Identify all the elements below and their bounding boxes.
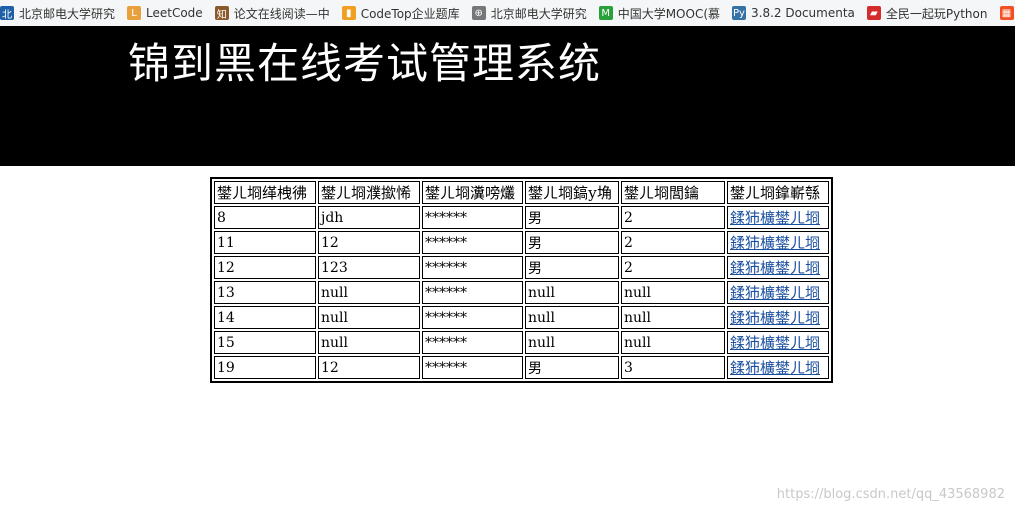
cell-grade: null [621, 306, 725, 329]
table-row: 15 null ****** null null 鍒犻櫎鐢ㄦ埛 [214, 331, 829, 354]
cell-password: ****** [422, 331, 523, 354]
cell-action: 鍒犻櫎鐢ㄦ埛 [727, 231, 829, 254]
cell-action: 鍒犻櫎鐢ㄦ埛 [727, 331, 829, 354]
cell-name: 12 [318, 356, 420, 379]
cell-gender: null [525, 331, 619, 354]
cell-password: ****** [422, 281, 523, 304]
cell-gender: 男 [525, 256, 619, 279]
table-row: 8 jdh ****** 男 2 鍒犻櫎鐢ㄦ埛 [214, 206, 829, 229]
cell-gender: 男 [525, 231, 619, 254]
bookmark-item[interactable]: 知论文在线阅读—中 [214, 5, 330, 22]
bookmark-item[interactable]: ▦R [999, 6, 1015, 20]
python-icon: Py [732, 6, 747, 20]
bookmark-label: 北京邮电大学研究 [490, 6, 587, 21]
cell-password: ****** [422, 306, 523, 329]
cell-id: 8 [214, 206, 316, 229]
cell-action: 鍒犻櫎鐢ㄦ埛 [727, 206, 829, 229]
page-header: 锦到黑在线考试管理系统 [0, 26, 1015, 166]
bookmark-item[interactable]: 北北京邮电大学研究 [0, 5, 115, 22]
delete-user-link[interactable]: 鍒犻櫎鐢ㄦ埛 [730, 259, 820, 277]
bookmark-label: 全民一起玩Python [885, 6, 988, 21]
cell-grade: 3 [621, 356, 725, 379]
bar-chart-icon: ▮ [341, 6, 356, 20]
column-header-gender: 鐢ㄦ埛鎬у埆 [525, 181, 619, 204]
table-row: 12 123 ****** 男 2 鍒犻櫎鐢ㄦ埛 [214, 256, 829, 279]
cell-id: 11 [214, 231, 316, 254]
cell-password: ****** [422, 206, 523, 229]
cell-grade: 2 [621, 256, 725, 279]
column-header-action: 鐢ㄦ埛鎿嶄綔 [727, 181, 829, 204]
globe-icon: ⊕ [471, 6, 486, 20]
delete-user-link[interactable]: 鍒犻櫎鐢ㄦ埛 [730, 309, 820, 327]
delete-user-link[interactable]: 鍒犻櫎鐢ㄦ埛 [730, 284, 820, 302]
cell-name: 123 [318, 256, 420, 279]
table-body: 8 jdh ****** 男 2 鍒犻櫎鐢ㄦ埛 11 12 ****** 男 2 鍒犻櫎鐢ㄦ埛 12 12… [214, 206, 829, 379]
bookmark-label: 中国大学MOOC(慕 [617, 6, 721, 21]
bookmarks-bar: 北北京邮电大学研究 L LeetCode 知论文在线阅读—中 ▮ CodeTop企业题库 ⊕… [0, 0, 1015, 27]
cell-id: 19 [214, 356, 316, 379]
cell-name: null [318, 306, 420, 329]
delete-user-link[interactable]: 鍒犻櫎鐢ㄦ埛 [730, 209, 820, 227]
user-table: 鐢ㄦ埛缂栧彿 鐢ㄦ埛濮撳悕 鐢ㄦ埛瀵嗙爜 鐢ㄦ埛鎬у埆 鐢ㄦ埛閭鑰 鐢ㄦ埛鎿嶄綔… [210, 177, 833, 383]
cell-id: 14 [214, 306, 316, 329]
bookmark-item[interactable]: M 中国大学MOOC(慕 [598, 5, 721, 22]
bookmark-label: LeetCode [146, 6, 203, 20]
cell-gender: null [525, 306, 619, 329]
cell-grade: 2 [621, 231, 725, 254]
cell-id: 12 [214, 256, 316, 279]
page-title: 锦到黑在线考试管理系统 [128, 39, 602, 88]
bookmark-item[interactable]: ⊕ 北京邮电大学研究 [471, 5, 587, 22]
column-header-id: 鐢ㄦ埛缂栧彿 [214, 181, 316, 204]
table-header-row: 鐢ㄦ埛缂栧彿 鐢ㄦ埛濮撳悕 鐢ㄦ埛瀵嗙爜 鐢ㄦ埛鎬у埆 鐢ㄦ埛閭鑰 鐢ㄦ埛鎿嶄綔 [214, 181, 829, 204]
cell-gender: null [525, 281, 619, 304]
cell-id: 15 [214, 331, 316, 354]
cell-password: ****** [422, 256, 523, 279]
cell-grade: 2 [621, 206, 725, 229]
bookmark-item[interactable]: ▮ CodeTop企业题库 [341, 5, 460, 22]
bookmark-label: 3.8.2 Documenta [751, 6, 855, 20]
bookmark-icon: ▰ [866, 6, 881, 20]
cell-id: 13 [214, 281, 316, 304]
mooc-icon: M [598, 6, 613, 20]
cell-name: jdh [318, 206, 420, 229]
bookmark-item[interactable]: L LeetCode [127, 6, 203, 20]
cell-password: ****** [422, 356, 523, 379]
leetcode-icon: L [127, 6, 142, 20]
watermark: https://blog.csdn.net/qq_43568982 [776, 487, 1005, 502]
cell-grade: null [621, 281, 725, 304]
column-header-name: 鐢ㄦ埛濮撳悕 [318, 181, 420, 204]
university-icon: 北 [0, 6, 14, 21]
cell-action: 鍒犻櫎鐢ㄦ埛 [727, 306, 829, 329]
delete-user-link[interactable]: 鍒犻櫎鐢ㄦ埛 [730, 234, 820, 252]
table-row: 19 12 ****** 男 3 鍒犻櫎鐢ㄦ埛 [214, 356, 829, 379]
table-row: 13 null ****** null null 鍒犻櫎鐢ㄦ埛 [214, 281, 829, 304]
delete-user-link[interactable]: 鍒犻櫎鐢ㄦ埛 [730, 359, 820, 377]
bookmark-label: CodeTop企业题库 [360, 6, 460, 21]
column-header-password: 鐢ㄦ埛瀵嗙爜 [422, 181, 523, 204]
cell-password: ****** [422, 231, 523, 254]
cell-name: null [318, 331, 420, 354]
bookmark-label: 论文在线阅读—中 [233, 6, 330, 21]
cell-name: 12 [318, 231, 420, 254]
cell-grade: null [621, 331, 725, 354]
column-header-grade: 鐢ㄦ埛閭鑰 [621, 181, 725, 204]
table-row: 14 null ****** null null 鍒犻櫎鐢ㄦ埛 [214, 306, 829, 329]
table-row: 11 12 ****** 男 2 鍒犻櫎鐢ㄦ埛 [214, 231, 829, 254]
cell-action: 鍒犻櫎鐢ㄦ埛 [727, 356, 829, 379]
bookmark-item[interactable]: ▰ 全民一起玩Python [866, 5, 988, 22]
cell-gender: 男 [525, 356, 619, 379]
bookmark-item[interactable]: Py 3.8.2 Documenta [732, 6, 855, 20]
windows-icon: ▦ [999, 6, 1014, 20]
cell-gender: 男 [525, 206, 619, 229]
cell-name: null [318, 281, 420, 304]
paper-icon: 知 [214, 6, 229, 21]
cell-action: 鍒犻櫎鐢ㄦ埛 [727, 281, 829, 304]
user-table-container: 鐢ㄦ埛缂栧彿 鐢ㄦ埛濮撳悕 鐢ㄦ埛瀵嗙爜 鐢ㄦ埛鎬у埆 鐢ㄦ埛閭鑰 鐢ㄦ埛鎿嶄綔… [210, 177, 833, 383]
bookmark-label: 北京邮电大学研究 [19, 6, 116, 21]
cell-action: 鍒犻櫎鐢ㄦ埛 [727, 256, 829, 279]
delete-user-link[interactable]: 鍒犻櫎鐢ㄦ埛 [730, 334, 820, 352]
